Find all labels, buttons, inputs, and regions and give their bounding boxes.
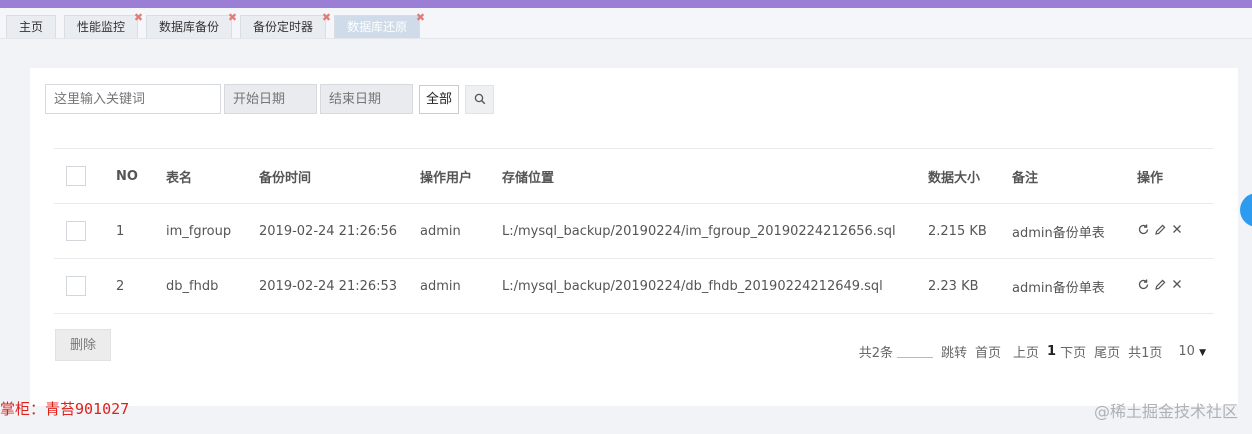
search-button[interactable] xyxy=(465,84,495,114)
delete-button[interactable]: 删除 xyxy=(55,329,111,361)
content-card: 全部 NO 表名 备份时间 操作用户 存储位置 数据大小 备注 操作 1 im_… xyxy=(30,68,1238,406)
select-all-checkbox[interactable] xyxy=(66,166,86,186)
tab-label: 数据库还原 xyxy=(347,20,408,34)
jump-button[interactable]: 跳转 xyxy=(941,342,967,361)
cell-table-name: db_fhdb xyxy=(166,258,259,314)
filter-bar: 全部 xyxy=(45,84,495,114)
delete-icon[interactable] xyxy=(1171,278,1183,290)
row-checkbox[interactable] xyxy=(66,276,86,296)
tab-backup-timer[interactable]: 备份定时器 ✖ xyxy=(240,12,331,38)
pagination: 共2条 跳转 首页 上页 1 下页 尾页 共1页 10 ▼ xyxy=(851,342,1206,361)
column-header: 备份时间 xyxy=(259,148,420,204)
delete-icon[interactable] xyxy=(1171,223,1183,235)
tab-label: 备份定时器 xyxy=(253,20,314,34)
row-select-cell xyxy=(54,203,116,259)
prev-page-link[interactable]: 上页 xyxy=(1013,342,1039,361)
cell-backup-time: 2019-02-24 21:26:56 xyxy=(259,203,420,259)
tab-home[interactable]: 主页 xyxy=(6,15,57,38)
first-page-link[interactable]: 首页 xyxy=(975,342,1001,361)
tab-database-restore[interactable]: 数据库还原 ✖ xyxy=(334,12,425,38)
edit-icon[interactable] xyxy=(1154,278,1167,291)
edit-icon[interactable] xyxy=(1154,223,1167,236)
last-page-link[interactable]: 尾页 xyxy=(1094,342,1120,361)
top-accent-bar xyxy=(0,0,1252,8)
cell-user: admin xyxy=(420,258,502,314)
cell-note: admin备份单表 xyxy=(1012,203,1137,259)
tab-database-backup[interactable]: 数据库备份 ✖ xyxy=(146,12,237,38)
column-header: 数据大小 xyxy=(928,148,1012,204)
table-row: 2 db_fhdb 2019-02-24 21:26:53 admin L:/m… xyxy=(54,258,1214,314)
cell-size: 2.23 KB xyxy=(928,258,1012,314)
watermark-right: @稀土掘金技术社区 xyxy=(1093,402,1238,421)
cell-no: 1 xyxy=(116,203,166,259)
side-float-button[interactable] xyxy=(1240,193,1252,227)
restore-icon[interactable] xyxy=(1137,223,1150,236)
tab-label: 性能监控 xyxy=(77,20,126,34)
total-count: 共2条 xyxy=(858,346,893,361)
start-date-input[interactable] xyxy=(224,84,317,114)
column-header: 存储位置 xyxy=(502,148,928,204)
close-icon[interactable]: ✖ xyxy=(228,12,237,23)
cell-no: 2 xyxy=(116,258,166,314)
jump-page-input[interactable] xyxy=(896,345,933,358)
row-checkbox[interactable] xyxy=(66,221,86,241)
cell-path: L:/mysql_backup/20190224/im_fgroup_20190… xyxy=(502,203,928,259)
backup-table: NO 表名 备份时间 操作用户 存储位置 数据大小 备注 操作 1 im_fgr… xyxy=(54,148,1214,314)
column-header: 表名 xyxy=(166,148,259,204)
table-header-row: NO 表名 备份时间 操作用户 存储位置 数据大小 备注 操作 xyxy=(54,148,1214,204)
cell-user: admin xyxy=(420,203,502,259)
cell-actions xyxy=(1137,203,1214,259)
column-header: NO xyxy=(116,148,166,204)
column-header: 备注 xyxy=(1012,148,1137,204)
cell-size: 2.215 KB xyxy=(928,203,1012,259)
close-icon[interactable]: ✖ xyxy=(416,12,425,23)
page-size-value: 10 xyxy=(1178,344,1195,359)
current-page: 1 xyxy=(1047,344,1057,359)
page-size-select[interactable]: 10 ▼ xyxy=(1170,344,1206,359)
close-icon[interactable]: ✖ xyxy=(322,12,331,23)
scope-select[interactable]: 全部 xyxy=(419,84,460,114)
table-row: 1 im_fgroup 2019-02-24 21:26:56 admin L:… xyxy=(54,203,1214,259)
close-icon[interactable]: ✖ xyxy=(134,12,143,23)
tab-label: 主页 xyxy=(19,20,44,34)
chevron-down-icon: ▼ xyxy=(1199,348,1206,358)
cell-table-name: im_fgroup xyxy=(166,203,259,259)
tab-label: 数据库备份 xyxy=(159,20,220,34)
tab-bar: 主页 性能监控 ✖ 数据库备份 ✖ 备份定时器 ✖ 数据库还原 ✖ xyxy=(0,8,1252,39)
cell-actions xyxy=(1137,258,1214,314)
keyword-input[interactable] xyxy=(45,84,221,114)
tab-performance-monitor[interactable]: 性能监控 ✖ xyxy=(64,12,143,38)
next-page-link[interactable]: 下页 xyxy=(1060,342,1086,361)
select-all-cell xyxy=(54,148,116,204)
restore-icon[interactable] xyxy=(1137,278,1150,291)
cell-note: admin备份单表 xyxy=(1012,258,1137,314)
column-header: 操作用户 xyxy=(420,148,502,204)
total-pages: 共1页 xyxy=(1128,346,1163,361)
row-select-cell xyxy=(54,258,116,314)
watermark-left: 掌柜：青苔901027 xyxy=(0,400,130,418)
end-date-input[interactable] xyxy=(320,84,413,114)
cell-backup-time: 2019-02-24 21:26:53 xyxy=(259,258,420,314)
column-header: 操作 xyxy=(1137,148,1214,204)
search-icon xyxy=(474,93,485,105)
cell-path: L:/mysql_backup/20190224/db_fhdb_2019022… xyxy=(502,258,928,314)
